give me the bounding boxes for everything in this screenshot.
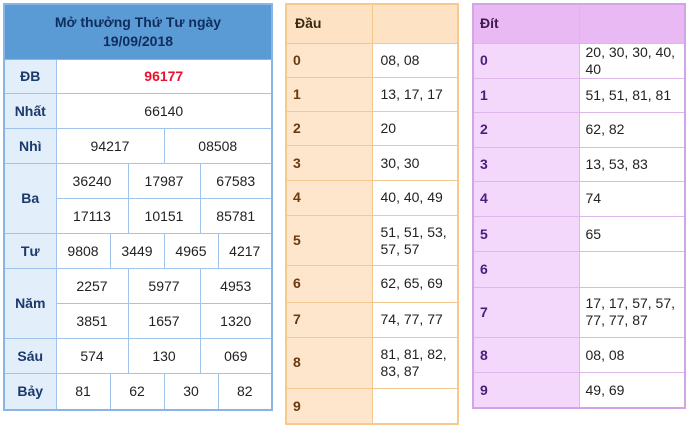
dau-digit: 9 <box>285 388 373 425</box>
prize-label-bay: Bảy <box>3 372 57 411</box>
dau-values: 40, 40, 49 <box>371 179 459 216</box>
prize-nam-value: 2257 <box>55 267 129 304</box>
dit-digit: 6 <box>472 251 580 288</box>
dau-values: 81, 81, 82, 83, 87 <box>371 336 459 390</box>
dit-values: 17, 17, 57, 57, 77, 77, 87 <box>578 286 686 338</box>
prize-ba-value: 36240 <box>55 162 129 199</box>
dau-values: 62, 65, 69 <box>371 265 459 303</box>
dau-digit: 8 <box>285 336 373 390</box>
dit-values: 51, 51, 81, 81 <box>578 78 686 114</box>
prize-nam-value: 5977 <box>127 267 201 304</box>
dit-values: 62, 82 <box>578 112 686 148</box>
results-title: Mở thưởng Thứ Tư ngày 19/09/2018 <box>3 3 273 60</box>
dau-digit: 3 <box>285 145 373 181</box>
dau-values: 30, 30 <box>371 145 459 181</box>
prize-label-sau: Sáu <box>3 337 57 374</box>
dit-values: 65 <box>578 216 686 253</box>
prize-bay-value: 62 <box>109 372 165 411</box>
dau-digit: 6 <box>285 265 373 303</box>
dit-digit: 9 <box>472 372 580 409</box>
dit-digit: 2 <box>472 112 580 148</box>
dit-digit: 8 <box>472 336 580 374</box>
dau-header: Đầu <box>285 3 373 44</box>
dau-header-blank <box>371 3 459 44</box>
prize-tu-value: 9808 <box>55 232 111 269</box>
dit-values: 13, 53, 83 <box>578 146 686 182</box>
dit-digit: 3 <box>472 146 580 182</box>
prize-ba-value: 17113 <box>55 197 129 234</box>
dau-values: 13, 17, 17 <box>371 76 459 113</box>
dit-digit: 4 <box>472 180 580 218</box>
prize-label-nam: Năm <box>3 267 57 339</box>
prize-tu-value: 4217 <box>217 232 273 269</box>
dit-table: Đít 0 20, 30, 30, 40, 40 1 51, 51, 81, 81 … <box>472 3 686 409</box>
prize-nhi-value: 08508 <box>163 127 273 164</box>
dau-values: 20 <box>371 111 459 147</box>
dit-values: 08, 08 <box>578 336 686 374</box>
results-title-line1: Mở thưởng Thứ Tư ngày <box>54 13 222 30</box>
prize-tu-value: 3449 <box>109 232 165 269</box>
prize-bay-value: 30 <box>163 372 219 411</box>
dau-values: 51, 51, 53, 57, 57 <box>371 214 459 267</box>
dau-digit: 5 <box>285 214 373 267</box>
dau-values: 74, 77, 77 <box>371 301 459 338</box>
prize-tu-value: 4965 <box>163 232 219 269</box>
dau-digit: 7 <box>285 301 373 338</box>
dau-digit: 1 <box>285 76 373 113</box>
dit-digit: 1 <box>472 78 580 114</box>
prize-nam-value: 1320 <box>199 302 273 339</box>
dit-values: 49, 69 <box>578 372 686 409</box>
dau-digit: 2 <box>285 111 373 147</box>
prize-label-nhat: Nhất <box>3 92 57 129</box>
prize-nhat-value: 66140 <box>55 92 273 129</box>
dit-values <box>578 251 686 288</box>
dau-table: Đầu 0 08, 08 1 13, 17, 17 2 20 3 30, 30 4 40,… <box>285 3 459 425</box>
prize-label-db: ĐB <box>3 58 57 94</box>
prize-bay-value: 81 <box>55 372 111 411</box>
dit-header: Đít <box>472 3 580 44</box>
prize-sau-value: 130 <box>127 337 201 374</box>
prize-nhi-value: 94217 <box>55 127 165 164</box>
dit-digit: 5 <box>472 216 580 253</box>
prize-label-tu: Tư <box>3 232 57 269</box>
prize-ba-value: 17987 <box>127 162 201 199</box>
dau-values: 08, 08 <box>371 42 459 79</box>
dit-values: 74 <box>578 180 686 218</box>
dau-digit: 4 <box>285 179 373 216</box>
prize-sau-value: 574 <box>55 337 129 374</box>
lottery-results-table: Mở thưởng Thứ Tư ngày 19/09/2018 ĐB 9617… <box>3 3 273 411</box>
prize-sau-value: 069 <box>199 337 273 374</box>
prize-label-ba: Ba <box>3 162 57 234</box>
prize-ba-value: 67583 <box>199 162 273 199</box>
prize-nam-value: 3851 <box>55 302 129 339</box>
results-date: 19/09/2018 <box>102 32 174 49</box>
prize-ba-value: 85781 <box>199 197 273 234</box>
prize-nam-value: 1657 <box>127 302 201 339</box>
prize-bay-value: 82 <box>217 372 273 411</box>
dit-digit: 0 <box>472 42 580 80</box>
dit-values: 20, 30, 30, 40, 40 <box>578 42 686 80</box>
dau-digit: 0 <box>285 42 373 79</box>
prize-nam-value: 4953 <box>199 267 273 304</box>
dit-digit: 7 <box>472 286 580 338</box>
prize-label-nhi: Nhì <box>3 127 57 164</box>
prize-db-value: 96177 <box>55 58 273 94</box>
prize-ba-value: 10151 <box>127 197 201 234</box>
dau-values <box>371 388 459 425</box>
dit-header-blank <box>578 3 686 44</box>
